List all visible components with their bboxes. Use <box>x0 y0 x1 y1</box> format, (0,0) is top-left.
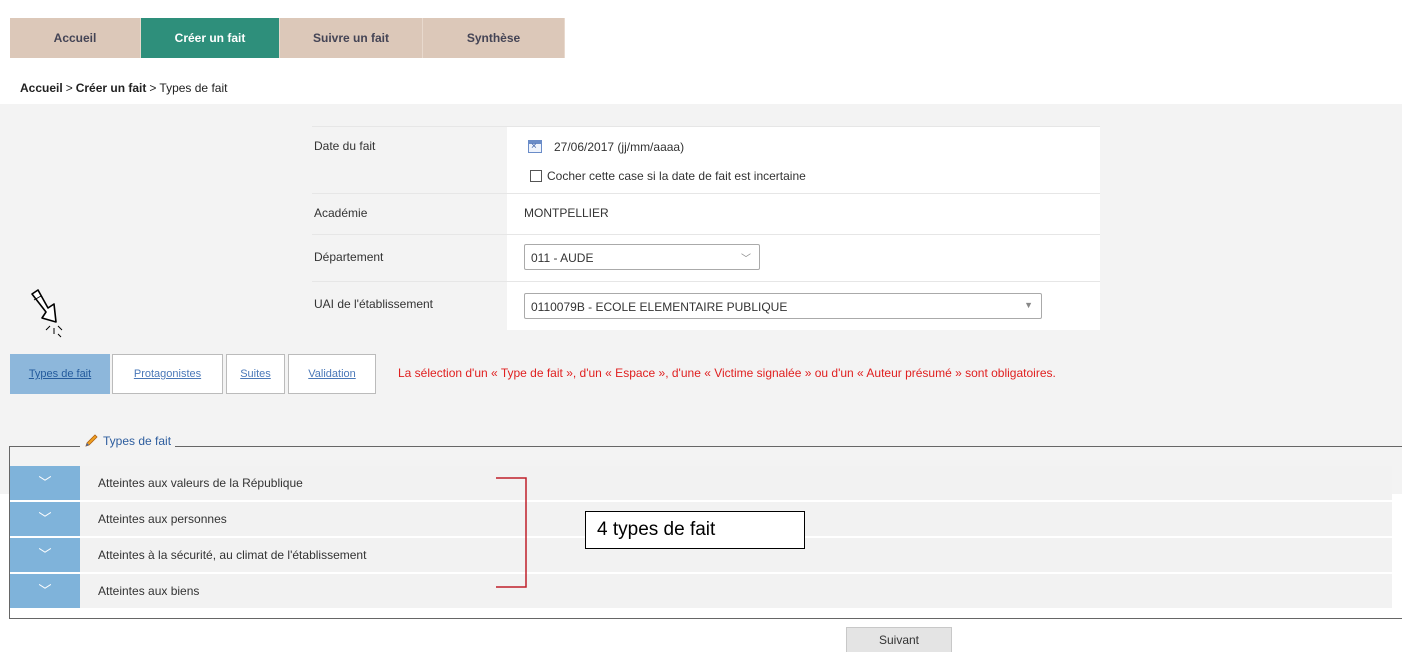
chevron-down-icon[interactable]: ﹀ <box>10 574 80 608</box>
date-value[interactable]: 27/06/2017 (jj/mm/aaaa) <box>554 140 684 154</box>
required-fields-warning: La sélection d'un « Type de fait », d'un… <box>398 366 1056 380</box>
tab-protagonistes[interactable]: Protagonistes <box>112 354 223 394</box>
departement-select[interactable]: 011 - AUDE ﹀ <box>524 244 760 270</box>
next-button[interactable]: Suivant <box>846 627 952 652</box>
nav-tab-creer-un-fait[interactable]: Créer un fait <box>141 18 280 58</box>
pencil-icon <box>85 434 98 447</box>
departement-selected: 011 - AUDE <box>531 251 594 265</box>
annotation-callout: 4 types de fait <box>585 511 805 549</box>
chevron-down-icon[interactable]: ﹀ <box>10 538 80 572</box>
academie-label-cell: Académie <box>312 194 507 234</box>
nav-tab-suivre-un-fait[interactable]: Suivre un fait <box>280 18 423 58</box>
breadcrumb: Accueil > Créer un fait > Types de fait <box>20 81 227 95</box>
nav-tab-accueil[interactable]: Accueil <box>10 18 141 58</box>
uncertain-date-checkbox[interactable] <box>530 170 542 182</box>
chevron-down-icon[interactable]: ﹀ <box>10 502 80 536</box>
date-value-cell: 27/06/2017 (jj/mm/aaaa) Cocher cette cas… <box>520 127 1100 193</box>
type-row-biens[interactable]: ﹀ Atteintes aux biens <box>10 574 1392 608</box>
type-label: Atteintes à la sécurité, au climat de l'… <box>98 548 367 562</box>
tab-types-de-fait[interactable]: Types de fait <box>10 354 110 394</box>
form-row-departement: Département 011 - AUDE ﹀ <box>312 234 1100 281</box>
form-row-academie: Académie MONTPELLIER <box>312 193 1100 234</box>
breadcrumb-creer-un-fait[interactable]: Créer un fait <box>76 81 147 95</box>
form-row-date: Date du fait 27/06/2017 (jj/mm/aaaa) Coc… <box>312 126 1100 193</box>
type-label: Atteintes aux valeurs de la République <box>98 476 303 490</box>
breadcrumb-separator: > <box>149 81 157 95</box>
date-label-cell: Date du fait <box>312 127 507 193</box>
annotation-bracket <box>496 477 527 588</box>
uncertain-date-label: Cocher cette case si la date de fait est… <box>547 169 806 183</box>
departement-label-cell: Département <box>312 235 507 281</box>
uai-label: UAI de l'établissement <box>314 297 434 311</box>
chevron-down-icon[interactable]: ﹀ <box>10 466 80 500</box>
date-label: Date du fait <box>314 139 376 153</box>
academie-label: Académie <box>314 206 368 220</box>
pointer-cursor-icon <box>31 289 63 338</box>
types-de-fait-legend-text: Types de fait <box>103 434 172 448</box>
tab-suites[interactable]: Suites <box>226 354 285 394</box>
breadcrumb-separator: > <box>65 81 73 95</box>
date-input[interactable]: 27/06/2017 <box>554 140 614 154</box>
type-row-valeurs-republique[interactable]: ﹀ Atteintes aux valeurs de la République <box>10 466 1392 500</box>
uai-select[interactable]: 0110079B - ECOLE ELEMENTAIRE PUBLIQUE ▼ <box>524 293 1042 319</box>
main-nav: Accueil Créer un fait Suivre un fait Syn… <box>10 18 565 58</box>
nav-tab-synthese[interactable]: Synthèse <box>423 18 565 58</box>
breadcrumb-accueil[interactable]: Accueil <box>20 81 63 95</box>
academie-value-cell: MONTPELLIER <box>520 194 1100 234</box>
date-format-hint: (jj/mm/aaaa) <box>617 140 685 154</box>
uai-value-cell: 0110079B - ECOLE ELEMENTAIRE PUBLIQUE ▼ <box>520 282 1100 330</box>
dropdown-arrow-icon: ▼ <box>1024 300 1033 310</box>
calendar-icon[interactable] <box>528 140 542 153</box>
departement-label: Département <box>314 250 384 264</box>
tab-validation[interactable]: Validation <box>288 354 376 394</box>
chevron-down-icon: ﹀ <box>741 254 751 265</box>
academie-value: MONTPELLIER <box>524 206 609 220</box>
uai-label-cell: UAI de l'établissement <box>312 282 507 330</box>
breadcrumb-current: Types de fait <box>159 81 228 95</box>
uai-selected: 0110079B - ECOLE ELEMENTAIRE PUBLIQUE <box>531 300 788 314</box>
type-label: Atteintes aux personnes <box>98 512 227 526</box>
type-label: Atteintes aux biens <box>98 584 200 598</box>
form-row-uai: UAI de l'établissement 0110079B - ECOLE … <box>312 281 1100 330</box>
departement-value-cell: 011 - AUDE ﹀ <box>520 235 1100 281</box>
types-de-fait-legend: Types de fait <box>80 434 176 448</box>
